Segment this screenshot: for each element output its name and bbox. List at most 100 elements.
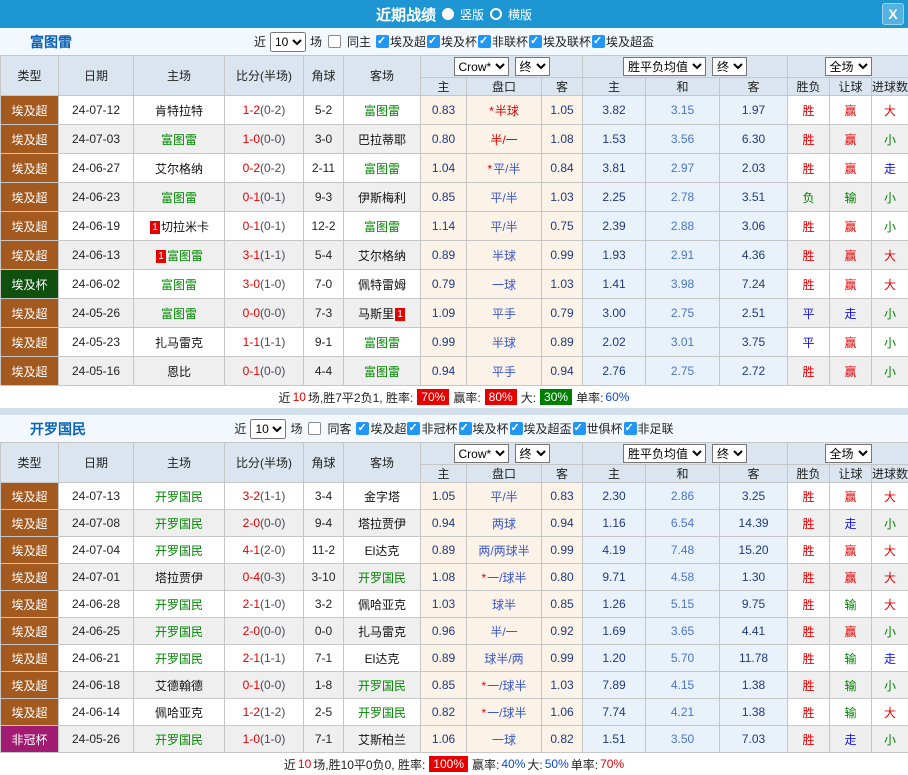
odds-source-select[interactable]: Crow* [454, 444, 509, 463]
corners: 0-0 [304, 618, 344, 645]
avg-home-odds: 4.19 [583, 537, 646, 564]
league-checkbox-checked-icon[interactable] [407, 422, 420, 435]
col-avg-away: 客 [720, 465, 788, 483]
table-row: 埃及超24-06-131富图雷3-1(1-1)5-4艾尔格纳0.89半球0.99… [1, 241, 908, 270]
result-handicap: 赢 [830, 483, 872, 510]
league-checkbox-checked-icon[interactable] [356, 422, 369, 435]
score: 0-2(0-2) [225, 154, 304, 183]
halftime-score: (1-1) [260, 248, 285, 262]
handicap-line: *一/球半 [467, 672, 542, 699]
vertical-layout-radio[interactable] [442, 8, 454, 20]
league-checkbox-checked-icon[interactable] [592, 35, 605, 48]
asterisk-mark: * [489, 104, 494, 118]
avg-odds-select[interactable]: 胜平负均值 [623, 57, 706, 76]
result-wdl: 胜 [788, 618, 830, 645]
handicap-away-odds: 1.03 [542, 672, 583, 699]
away-team: 伊斯梅利 [344, 183, 421, 212]
summary-text: 赢率: [453, 389, 480, 406]
avg-home-odds: 1.20 [583, 645, 646, 672]
odds-final-select[interactable]: 终 [515, 444, 550, 463]
team-name: 富图雷 [364, 104, 400, 118]
handicap-away-odds: 0.89 [542, 328, 583, 357]
match-count-select[interactable]: 10 [270, 32, 306, 52]
handicap-away-odds: 0.92 [542, 618, 583, 645]
team-name: 金字塔 [364, 490, 400, 504]
corners: 3-2 [304, 591, 344, 618]
avg-odds-select[interactable]: 胜平负均值 [623, 444, 706, 463]
avg-home-odds: 1.41 [583, 270, 646, 299]
result-handicap: 赢 [830, 357, 872, 386]
away-team: 艾斯柏兰 [344, 726, 421, 753]
match-type: 非冠杯 [1, 726, 59, 753]
recent-results-panel: 近期战绩 竖版 横版 X 富图雷 近 10 场 同主 埃及超埃及杯非联杯埃及联杯… [0, 0, 908, 773]
match-type: 埃及超 [1, 183, 59, 212]
league-checkbox-checked-icon[interactable] [427, 35, 440, 48]
away-team: 富图雷 [344, 154, 421, 183]
asterisk-mark: * [481, 679, 486, 693]
league-checkbox-checked-icon[interactable] [573, 422, 586, 435]
league-checkbox-checked-icon[interactable] [510, 422, 523, 435]
corners: 3-4 [304, 483, 344, 510]
fulltime-score: 3-2 [243, 489, 260, 503]
result-wdl: 胜 [788, 537, 830, 564]
away-team: 富图雷 [344, 96, 421, 125]
score: 1-2(1-2) [225, 699, 304, 726]
summary-rate-badge: 70% [417, 389, 449, 405]
match-date: 24-07-13 [59, 483, 134, 510]
scope-select[interactable]: 全场 [825, 57, 872, 76]
handicap-away-odds: 0.75 [542, 212, 583, 241]
table-row: 埃及超24-07-03富图雷1-0(0-0)3-0巴拉蒂耶0.80半/一1.08… [1, 125, 908, 154]
match-count-select[interactable]: 10 [250, 419, 286, 439]
avg-home-odds: 1.16 [583, 510, 646, 537]
score: 2-0(0-0) [225, 618, 304, 645]
halftime-score: (0-0) [260, 678, 285, 692]
handicap-away-odds: 1.06 [542, 699, 583, 726]
col-avg-home: 主 [583, 465, 646, 483]
league-checkbox-checked-icon[interactable] [529, 35, 542, 48]
home-team: 开罗国民 [134, 645, 225, 672]
avg-away-odds: 4.36 [720, 241, 788, 270]
result-wdl: 平 [788, 328, 830, 357]
fulltime-score: 0-0 [243, 306, 260, 320]
handicap-home-odds: 0.89 [421, 241, 467, 270]
same-venue-checkbox[interactable] [328, 35, 341, 48]
scope-select[interactable]: 全场 [825, 444, 872, 463]
team-name: 肯特拉特 [155, 104, 203, 118]
same-venue-checkbox[interactable] [308, 422, 321, 435]
avg-away-odds: 7.24 [720, 270, 788, 299]
league-checkbox-checked-icon[interactable] [478, 35, 491, 48]
handicap-away-odds: 1.08 [542, 125, 583, 154]
league-checkbox-checked-icon[interactable] [624, 422, 637, 435]
match-type: 埃及超 [1, 564, 59, 591]
col-result-goals: 进球数 [872, 465, 908, 483]
handicap-text: 平/半 [493, 162, 520, 176]
odds-source-select[interactable]: Crow* [454, 57, 509, 76]
corners: 1-8 [304, 672, 344, 699]
result-goals: 小 [872, 183, 908, 212]
handicap-line: 平/半 [467, 212, 542, 241]
horizontal-layout-radio[interactable] [490, 8, 502, 20]
league-checkbox-checked-icon[interactable] [376, 35, 389, 48]
avg-final-select[interactable]: 终 [712, 57, 747, 76]
avg-home-odds: 1.69 [583, 618, 646, 645]
home-team: 肯特拉特 [134, 96, 225, 125]
result-handicap: 赢 [830, 618, 872, 645]
team-name: 艾尔格纳 [155, 162, 203, 176]
avg-draw-odds: 2.75 [646, 299, 720, 328]
avg-final-select[interactable]: 终 [712, 444, 747, 463]
col-result-goals: 进球数 [872, 78, 908, 96]
close-icon[interactable]: X [882, 3, 904, 25]
league-checkbox-checked-icon[interactable] [459, 422, 472, 435]
odds-final-select[interactable]: 终 [515, 57, 550, 76]
avg-draw-odds: 6.54 [646, 510, 720, 537]
team-name: 艾尔格纳 [358, 249, 406, 263]
col-date: 日期 [59, 443, 134, 483]
col-result-wdl: 胜负 [788, 78, 830, 96]
team-name: 富图雷 [364, 336, 400, 350]
handicap-line: 平/半 [467, 483, 542, 510]
fulltime-score: 0-4 [243, 570, 260, 584]
halftime-score: (1-1) [260, 651, 285, 665]
games-label: 场 [290, 420, 302, 437]
fulltime-score: 0-1 [243, 190, 260, 204]
team-name: 佩哈亚克 [358, 598, 406, 612]
